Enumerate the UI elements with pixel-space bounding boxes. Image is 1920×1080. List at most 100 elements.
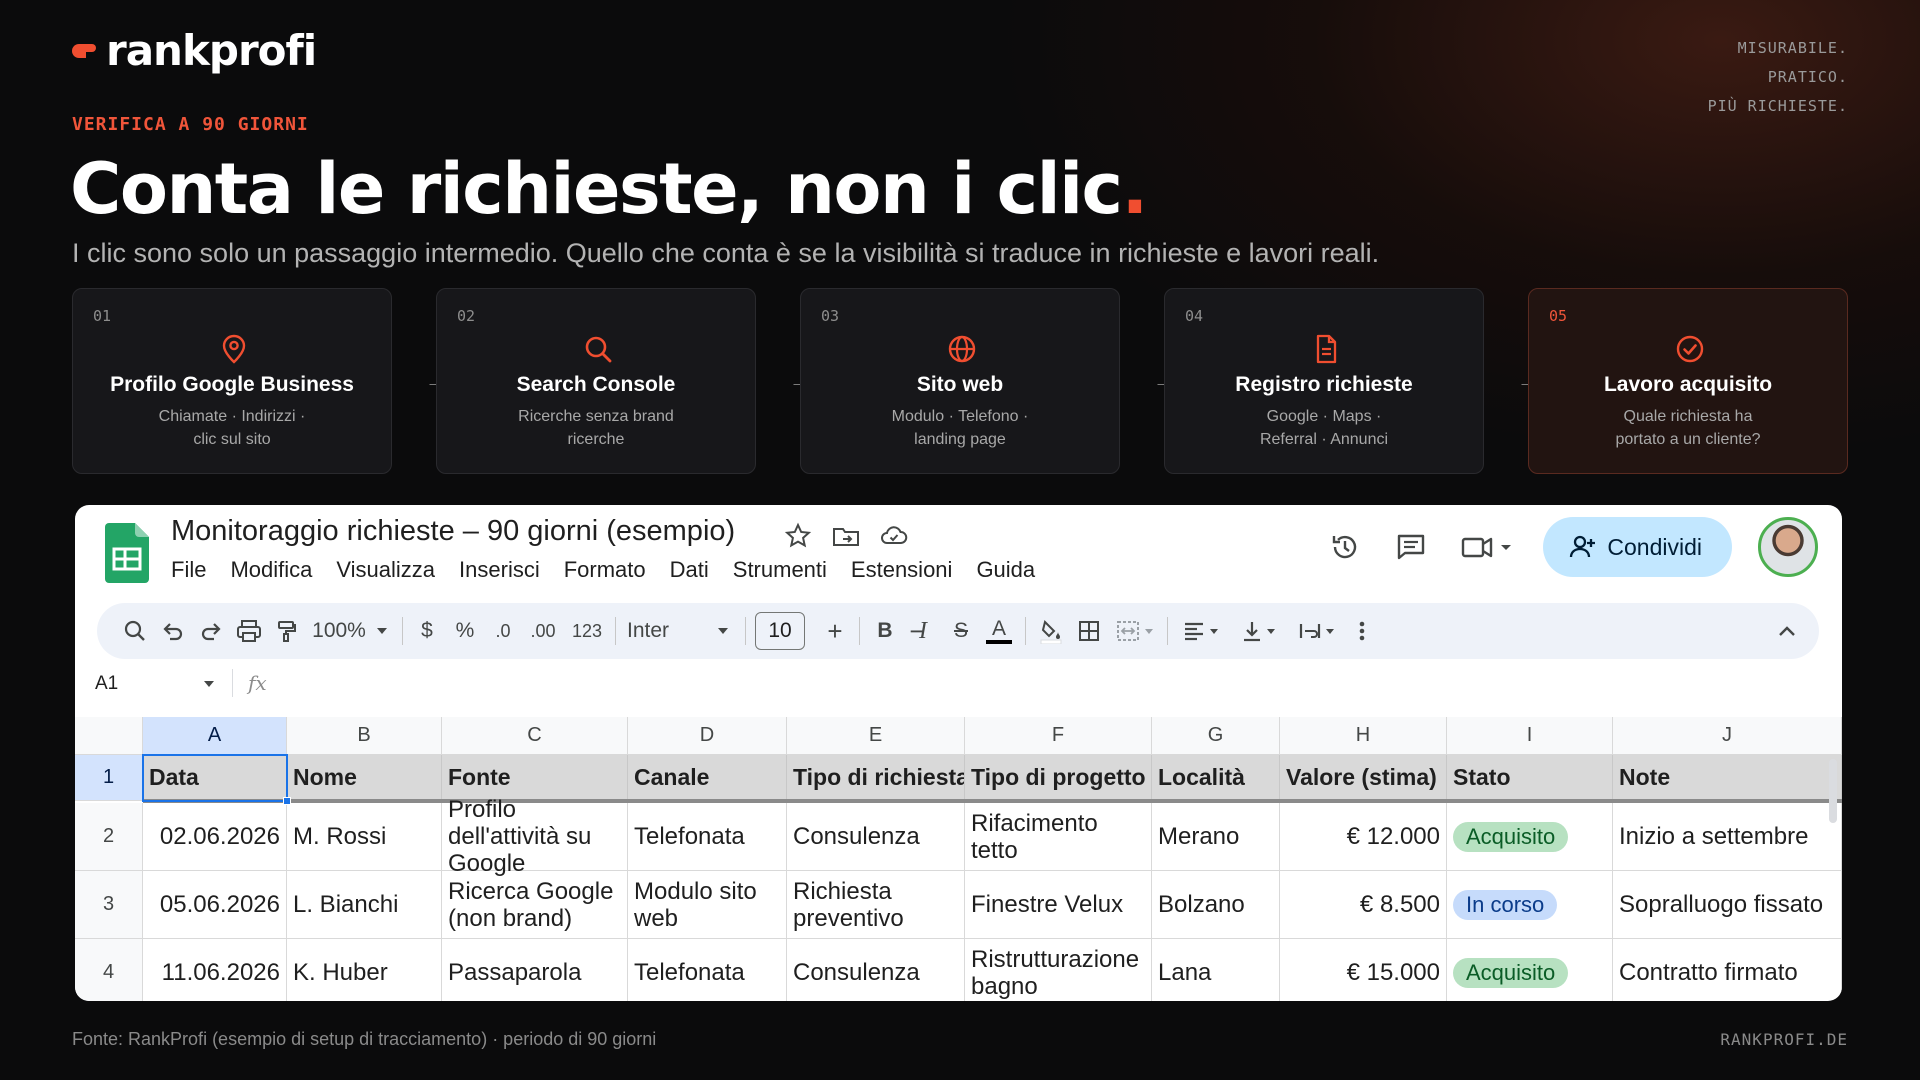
column-header[interactable]: D — [628, 717, 787, 755]
font-select[interactable]: Inter — [623, 603, 733, 659]
horizontal-align-icon[interactable] — [1175, 603, 1227, 659]
column-header[interactable]: A — [143, 717, 287, 755]
fill-handle[interactable] — [283, 797, 291, 805]
column-header[interactable]: H — [1280, 717, 1447, 755]
text-wrapping-icon[interactable] — [1291, 603, 1343, 659]
header-cell[interactable]: Valore (stima) — [1280, 755, 1447, 801]
search-icon[interactable] — [117, 603, 153, 659]
document-title[interactable]: Monitoraggio richieste – 90 giorni (esem… — [171, 515, 735, 548]
sheets-logo-icon[interactable] — [105, 523, 149, 583]
menu-file[interactable]: File — [171, 557, 206, 583]
table-cell[interactable]: Finestre Velux — [965, 871, 1152, 939]
header-cell[interactable]: Tipo di richiesta — [787, 755, 965, 801]
table-cell[interactable]: € 8.500 — [1280, 871, 1447, 939]
table-cell[interactable]: Lana — [1152, 939, 1280, 1001]
table-cell[interactable]: Modulo sito web — [628, 871, 787, 939]
header-cell[interactable]: Canale — [628, 755, 787, 801]
menu-insert[interactable]: Inserisci — [459, 557, 540, 583]
table-cell[interactable]: Ricerca Google (non brand) — [442, 871, 628, 939]
more-vert-icon[interactable] — [1347, 603, 1377, 659]
table-cell[interactable]: K. Huber — [287, 939, 442, 1001]
table-cell[interactable]: Passaparola — [442, 939, 628, 1001]
row-header[interactable]: 2 — [75, 803, 143, 871]
decrease-decimal-button[interactable]: .0 — [485, 603, 521, 659]
redo-icon[interactable] — [193, 603, 229, 659]
italic-button[interactable]: I — [905, 603, 941, 659]
percent-button[interactable]: % — [447, 603, 483, 659]
column-header[interactable]: J — [1613, 717, 1842, 755]
fill-color-icon[interactable] — [1033, 603, 1069, 659]
number-format-button[interactable]: 123 — [565, 603, 609, 659]
bold-button[interactable]: B — [867, 603, 903, 659]
table-cell[interactable]: 02.06.2026 — [143, 803, 287, 871]
table-cell[interactable]: Richiesta preventivo — [787, 871, 965, 939]
column-header[interactable]: G — [1152, 717, 1280, 755]
merge-cells-icon[interactable] — [1109, 603, 1161, 659]
row-header[interactable]: 1 — [75, 755, 143, 801]
header-cell[interactable]: Nome — [287, 755, 442, 801]
row-header[interactable]: 3 — [75, 871, 143, 939]
cloud-saved-icon[interactable] — [879, 521, 909, 551]
table-cell[interactable]: Telefonata — [628, 939, 787, 1001]
header-cell[interactable]: Stato — [1447, 755, 1613, 801]
column-header[interactable]: E — [787, 717, 965, 755]
table-cell[interactable]: Consulenza — [787, 803, 965, 871]
column-header[interactable]: F — [965, 717, 1152, 755]
vertical-scrollbar[interactable] — [1829, 759, 1837, 823]
table-cell[interactable]: € 12.000 — [1280, 803, 1447, 871]
formula-input[interactable] — [290, 665, 1830, 703]
comments-icon[interactable] — [1391, 527, 1431, 567]
table-cell[interactable]: Rifacimento tetto — [965, 803, 1152, 871]
table-cell[interactable]: Merano — [1152, 803, 1280, 871]
table-cell[interactable]: Acquisito — [1447, 939, 1613, 1001]
column-header[interactable]: B — [287, 717, 442, 755]
header-cell[interactable]: Note — [1613, 755, 1842, 801]
text-color-button[interactable]: A — [981, 603, 1017, 659]
table-cell[interactable]: Sopralluogo fissato — [1613, 871, 1842, 939]
menu-data[interactable]: Dati — [670, 557, 709, 583]
vertical-align-icon[interactable] — [1233, 603, 1285, 659]
grid-corner[interactable] — [75, 717, 143, 755]
table-cell[interactable]: Acquisito — [1447, 803, 1613, 871]
menu-extensions[interactable]: Estensioni — [851, 557, 953, 583]
table-cell[interactable]: Profilo dell'attività su Google — [442, 796, 628, 877]
table-cell[interactable]: Ristrutturazione bagno — [965, 939, 1152, 1001]
table-cell[interactable]: 05.06.2026 — [143, 871, 287, 939]
row-header[interactable]: 4 — [75, 939, 143, 1001]
font-size-input[interactable]: 10 — [755, 612, 805, 650]
undo-icon[interactable] — [155, 603, 191, 659]
header-cell[interactable]: Tipo di progetto — [965, 755, 1152, 801]
menu-tools[interactable]: Strumenti — [733, 557, 827, 583]
currency-button[interactable]: $ — [409, 603, 445, 659]
name-box[interactable]: A1 — [95, 673, 214, 695]
table-cell[interactable]: Bolzano — [1152, 871, 1280, 939]
table-cell[interactable]: In corso — [1447, 871, 1613, 939]
table-cell[interactable]: € 15.000 — [1280, 939, 1447, 1001]
menu-view[interactable]: Visualizza — [336, 557, 435, 583]
header-cell[interactable]: Fonte — [442, 755, 628, 801]
column-header[interactable]: C — [442, 717, 628, 755]
meet-icon[interactable] — [1457, 527, 1517, 567]
zoom-select[interactable]: 100% — [307, 603, 393, 659]
column-header[interactable]: I — [1447, 717, 1613, 755]
increase-decimal-button[interactable]: .00 — [523, 603, 563, 659]
menu-help[interactable]: Guida — [976, 557, 1035, 583]
table-cell[interactable]: 11.06.2026 — [143, 939, 287, 1001]
strikethrough-button[interactable]: S — [943, 603, 979, 659]
table-cell[interactable]: Inizio a settembre — [1613, 803, 1842, 871]
avatar[interactable] — [1758, 517, 1818, 577]
menu-edit[interactable]: Modifica — [230, 557, 312, 583]
header-cell[interactable]: Località — [1152, 755, 1280, 801]
increase-font-size-button[interactable]: + — [817, 603, 853, 659]
site-url[interactable]: RANKPROFI.DE — [1720, 1030, 1848, 1049]
version-history-icon[interactable] — [1325, 527, 1365, 567]
collapse-toolbar-icon[interactable] — [1769, 603, 1805, 659]
print-icon[interactable] — [231, 603, 267, 659]
share-button[interactable]: Condividi — [1543, 517, 1732, 577]
paint-format-icon[interactable] — [269, 603, 305, 659]
menu-format[interactable]: Formato — [564, 557, 646, 583]
table-cell[interactable]: Contratto firmato — [1613, 939, 1842, 1001]
table-cell[interactable]: L. Bianchi — [287, 871, 442, 939]
star-icon[interactable] — [783, 521, 813, 551]
table-cell[interactable]: Consulenza — [787, 939, 965, 1001]
